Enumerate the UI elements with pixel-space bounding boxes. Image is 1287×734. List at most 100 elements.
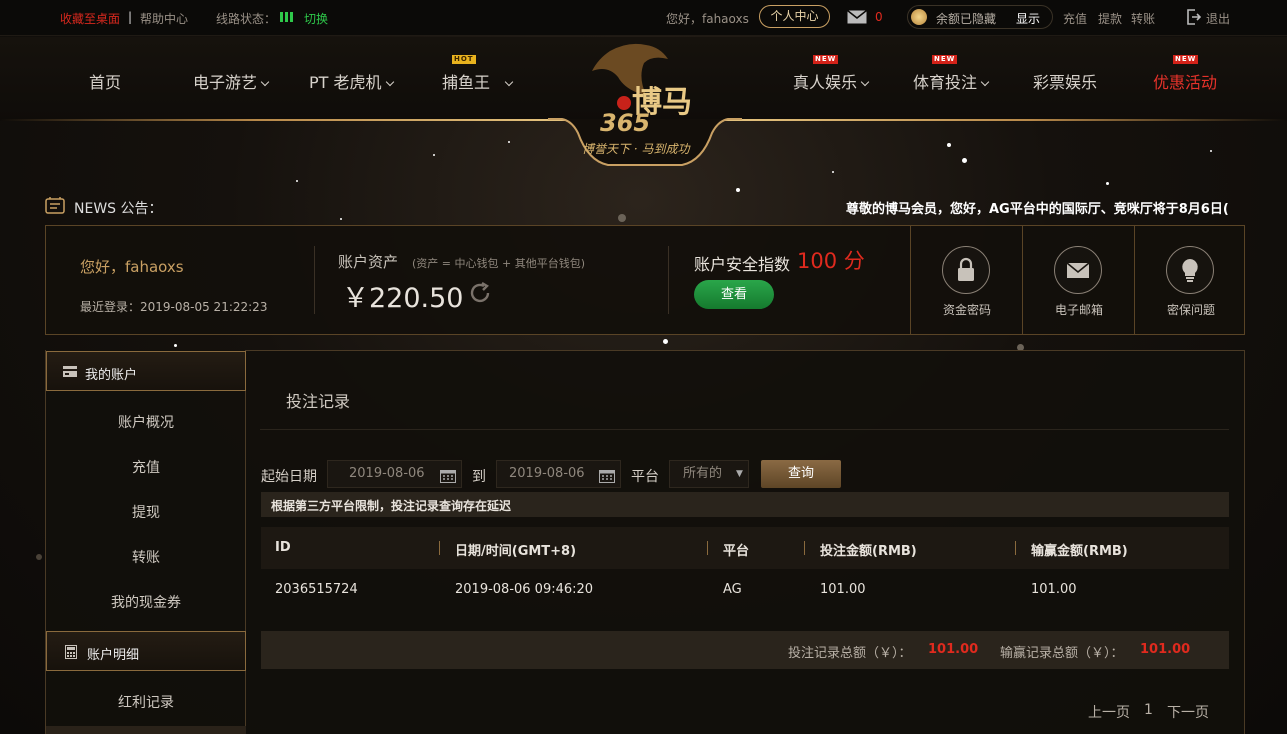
fund-password-button[interactable]: 资金密码 xyxy=(910,226,1022,334)
greeting-text: 您好，fahaoxs xyxy=(666,12,749,26)
new-badge: NEW xyxy=(932,55,958,64)
sidebar-section-label: 账户明细 xyxy=(87,648,140,663)
column-divider xyxy=(1015,541,1016,555)
column-header-bet-amount: 投注金额(RMB) xyxy=(820,544,917,559)
chevron-down-icon xyxy=(385,77,394,87)
page-number[interactable]: 1 xyxy=(1144,702,1153,718)
calculator-icon xyxy=(65,645,77,659)
new-badge: NEW xyxy=(1173,55,1199,64)
security-question-button[interactable]: 密保问题 xyxy=(1134,226,1246,334)
nav-item-sports[interactable]: 体育投注 xyxy=(913,69,990,93)
column-header-platform: 平台 xyxy=(723,544,750,559)
lock-icon xyxy=(942,246,990,294)
mail-icon xyxy=(1054,246,1102,294)
security-item-label: 密保问题 xyxy=(1166,303,1215,317)
sidebar-item-withdraw[interactable]: 提现 xyxy=(46,502,246,522)
security-item-label: 资金密码 xyxy=(942,303,991,317)
platform-label: 平台 xyxy=(631,469,659,485)
announcement-icon xyxy=(45,196,65,214)
chevron-down-icon xyxy=(504,77,514,87)
show-balance-button[interactable]: 显示 xyxy=(1016,10,1040,27)
coin-icon xyxy=(911,9,927,25)
end-date-value: 2019-08-06 xyxy=(509,466,585,481)
transfer-link[interactable]: 转账 xyxy=(1131,10,1155,27)
total-bet-value: 101.00 xyxy=(928,642,979,657)
account-info-bar: 您好，fahaoxs 最近登录：2019-08-05 21:22:23 账户资产… xyxy=(45,225,1245,335)
cell-win-amount: 101.00 xyxy=(1031,582,1077,597)
sidebar-item-overview[interactable]: 账户概况 xyxy=(46,412,246,432)
calendar-icon[interactable] xyxy=(599,467,615,483)
prev-page-button[interactable]: 上一页 xyxy=(1088,702,1130,722)
nav-item-pt-slots[interactable]: PT 老虎机 xyxy=(309,69,394,93)
security-item-label: 电子邮箱 xyxy=(1054,303,1103,317)
email-button[interactable]: 电子邮箱 xyxy=(1022,226,1134,334)
start-date-value: 2019-08-06 xyxy=(349,466,425,481)
last-login: 最近登录：2019-08-05 21:22:23 xyxy=(80,300,268,314)
start-date-label: 起始日期 xyxy=(261,469,317,485)
totals-bar: 投注记录总额（￥）： 101.00 输赢记录总额（￥）： 101.00 xyxy=(261,631,1229,669)
chevron-down-icon xyxy=(980,77,990,87)
logo-slogan: 博誉天下 · 马到成功 xyxy=(582,142,690,156)
lightbulb-icon xyxy=(1166,246,1214,294)
column-header-datetime: 日期/时间(GMT+8) xyxy=(455,544,577,559)
top-bar: 收藏至桌面 | 帮助中心 线路状态： 切换 您好，fahaoxs 个人中心 0 … xyxy=(0,0,1287,36)
column-header-id: ID xyxy=(275,540,291,555)
logout-link[interactable]: 退出 xyxy=(1206,10,1230,27)
sidebar-section-my-account[interactable]: 我的账户 xyxy=(46,351,246,391)
bookmark-link[interactable]: 收藏至桌面 xyxy=(60,10,120,27)
view-security-button[interactable]: 查看 xyxy=(694,280,774,309)
nav-item-fishing[interactable]: 捕鱼王 xyxy=(442,69,514,93)
sidebar-item-transfer[interactable]: 转账 xyxy=(46,547,246,567)
news-marquee[interactable]: 尊敬的博马会员，您好，AG平台中的国际厅、竞咪厅将于8月6日( xyxy=(846,198,1245,218)
cell-datetime: 2019-08-06 09:46:20 xyxy=(455,582,594,597)
logout-icon[interactable] xyxy=(1187,9,1202,25)
news-label: NEWS 公告： xyxy=(74,201,163,217)
mail-icon[interactable] xyxy=(847,9,867,24)
nav-item-home[interactable]: 首页 xyxy=(89,69,121,93)
assets-label: 账户资产 xyxy=(338,253,399,271)
switch-line-link[interactable]: 切换 xyxy=(304,10,328,27)
withdraw-link[interactable]: 提款 xyxy=(1098,10,1122,27)
end-date-input[interactable]: 2019-08-06 xyxy=(496,460,621,488)
nav-item-promotions[interactable]: 优惠活动 xyxy=(1153,69,1217,93)
divider: | xyxy=(128,10,133,24)
start-date-input[interactable]: 2019-08-06 xyxy=(327,460,462,488)
platform-value: 所有的 xyxy=(683,466,723,481)
sidebar-section-account-details[interactable]: 账户明细 xyxy=(46,631,246,671)
security-label: 账户安全指数 xyxy=(694,255,791,274)
new-badge: NEW xyxy=(813,55,839,64)
column-divider xyxy=(707,541,708,555)
cell-id: 2036515724 xyxy=(275,582,358,597)
sidebar-item-deposit[interactable]: 充值 xyxy=(46,457,246,477)
to-label: 到 xyxy=(472,469,486,485)
nav-item-egames[interactable]: 电子游艺 xyxy=(193,69,270,93)
cell-platform: AG xyxy=(723,582,742,597)
nav-item-live-casino[interactable]: 真人娱乐 xyxy=(793,69,870,93)
sidebar-item-bonus-records[interactable]: 红利记录 xyxy=(46,692,246,712)
brand-logo[interactable]: 博马 365 博誉天下 · 马到成功 xyxy=(548,37,742,171)
total-win-label: 输赢记录总额（￥）： xyxy=(1000,646,1124,661)
user-center-button[interactable]: 个人中心 xyxy=(759,5,830,28)
refresh-icon[interactable] xyxy=(468,281,492,305)
deposit-link[interactable]: 充值 xyxy=(1063,10,1087,27)
total-bet-label: 投注记录总额（￥）： xyxy=(788,646,912,661)
dropdown-arrow-icon: ▼ xyxy=(736,469,743,479)
sidebar-item-coupons[interactable]: 我的现金券 xyxy=(46,592,246,612)
divider xyxy=(260,429,1229,430)
column-header-win-amount: 输赢金额(RMB) xyxy=(1031,544,1128,559)
help-link[interactable]: 帮助中心 xyxy=(140,10,188,27)
hot-badge: HOT xyxy=(452,55,476,64)
platform-select[interactable]: 所有的 ▼ xyxy=(669,460,749,488)
security-score: 100 分 xyxy=(797,249,865,273)
news-text: 尊敬的博马会员，您好，AG平台中的国际厅、竞咪厅将于8月6日( xyxy=(846,202,1229,217)
calendar-icon[interactable] xyxy=(440,467,456,483)
chevron-down-icon xyxy=(860,77,870,87)
signal-icon xyxy=(280,12,296,22)
nav-item-lottery[interactable]: 彩票娱乐 xyxy=(1033,69,1097,93)
query-button[interactable]: 查询 xyxy=(761,460,841,488)
logo-number: 365 xyxy=(600,109,651,137)
divider xyxy=(668,246,669,314)
next-page-button[interactable]: 下一页 xyxy=(1167,702,1209,722)
column-divider xyxy=(439,541,440,555)
account-greeting: 您好，fahaoxs xyxy=(80,258,184,276)
